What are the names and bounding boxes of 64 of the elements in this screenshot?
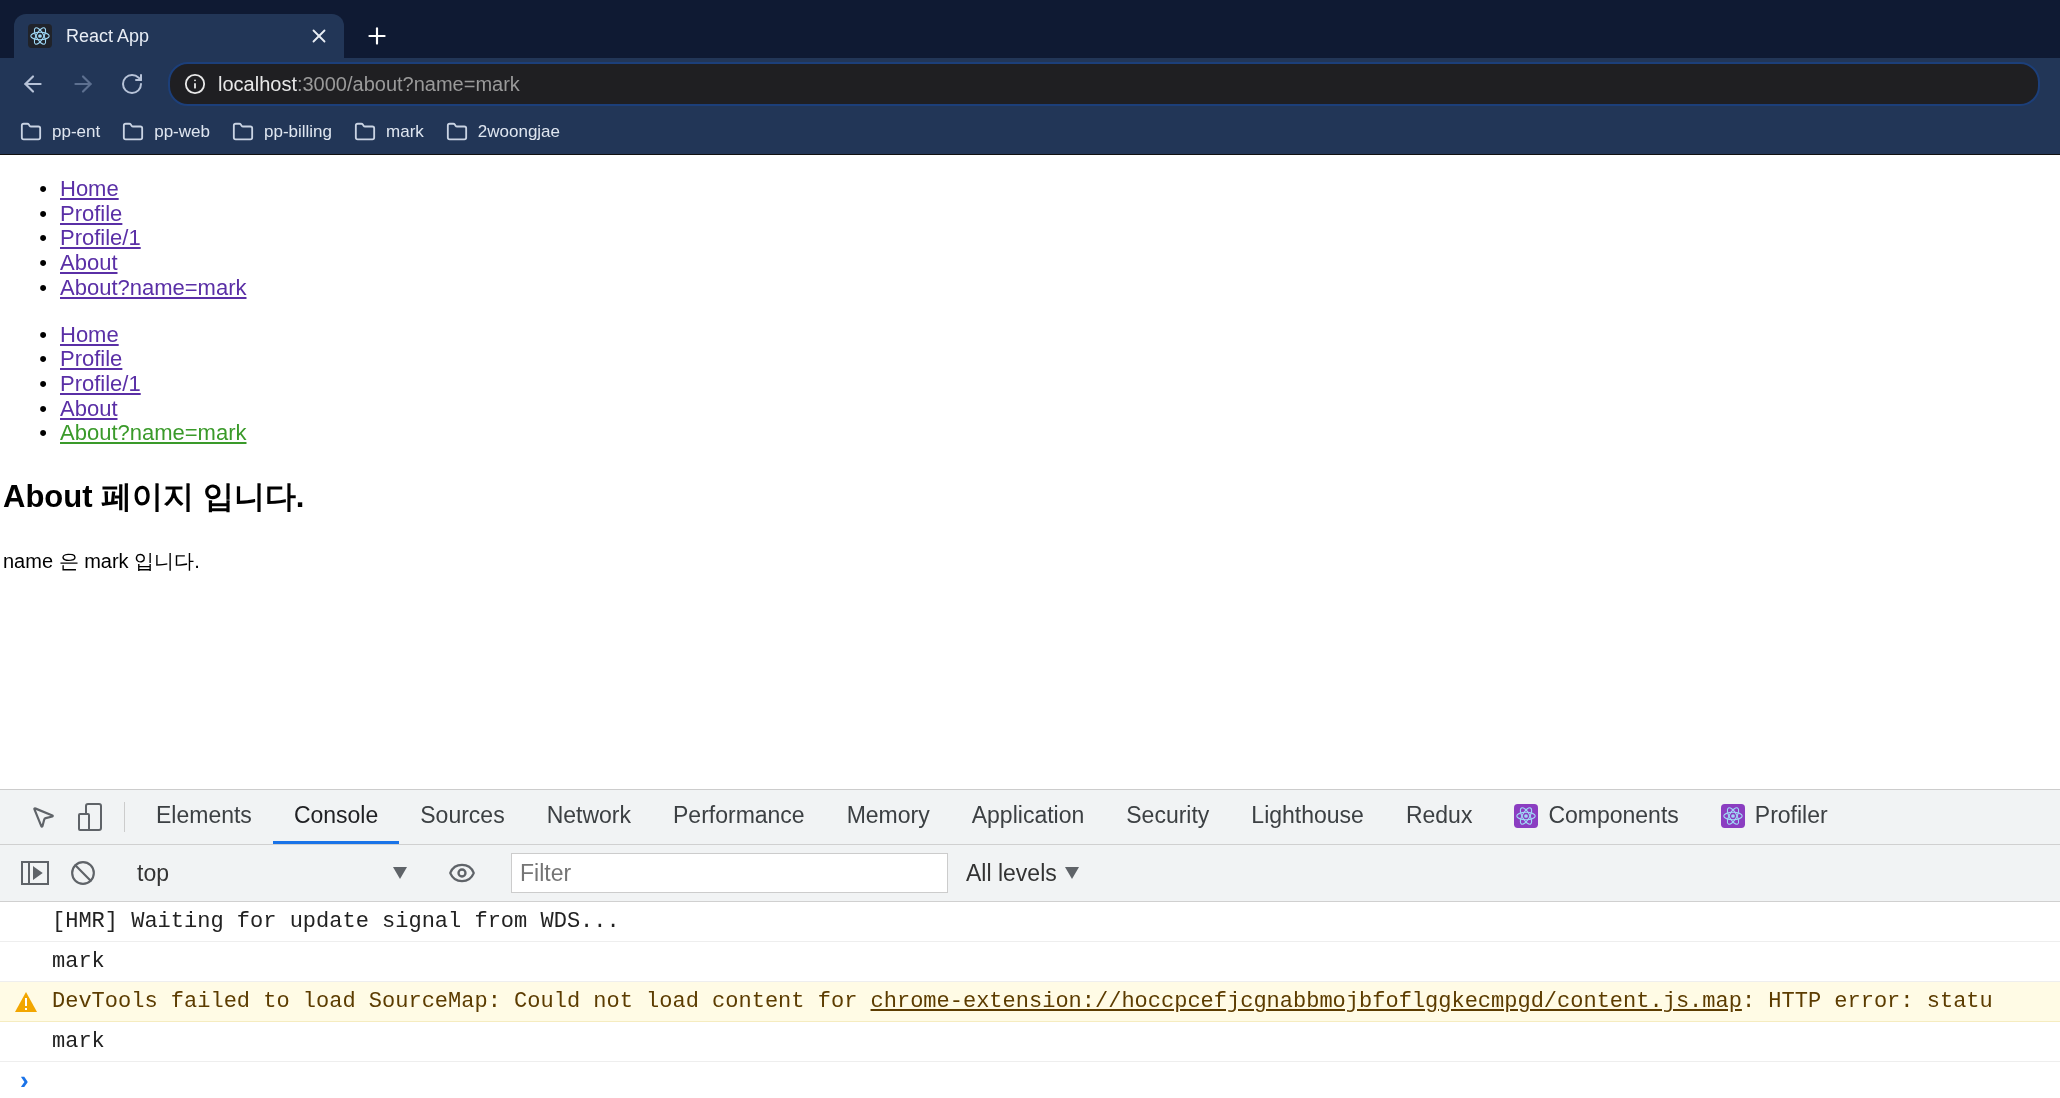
list-bullet: • <box>38 177 48 202</box>
list-bullet: • <box>38 201 48 227</box>
browser-tab[interactable]: React App <box>14 14 344 58</box>
list-bullet: • <box>38 421 48 447</box>
page-heading: About 페이지 입니다. <box>3 478 306 517</box>
folder-icon[interactable] <box>231 121 254 143</box>
folder-icon[interactable] <box>122 121 145 143</box>
nav-link[interactable]: Home <box>60 177 119 202</box>
nav-link[interactable]: About?name=mark <box>60 421 247 447</box>
devtools-tab[interactable]: Memory <box>825 790 951 844</box>
folder-icon[interactable] <box>354 121 376 143</box>
caret-icon[interactable] <box>393 867 407 879</box>
devtools-tab[interactable]: Lighthouse <box>1230 790 1385 844</box>
devtools-tab[interactable]: Performance <box>652 790 826 844</box>
console-message: mark <box>52 949 105 974</box>
devtools-tab[interactable]: Profiler <box>1699 790 1849 844</box>
list-bullet: • <box>38 371 48 397</box>
atom-icon <box>1720 803 1745 828</box>
devtools-tab[interactable]: Application <box>950 790 1106 844</box>
levels-dropdown[interactable]: All levels <box>960 858 1085 888</box>
list-bullet: • <box>38 347 48 372</box>
nav-link[interactable]: Profile <box>60 347 123 372</box>
bookmark-link[interactable]: 2woongjae <box>477 122 561 142</box>
bookmark-link[interactable]: pp-ent <box>52 122 101 142</box>
list-bullet: • <box>38 251 48 276</box>
list-bullet: • <box>38 396 48 422</box>
nav-link[interactable]: Profile <box>60 201 123 227</box>
list-bullet: • <box>38 322 48 348</box>
devtools-tab[interactable]: Security <box>1105 790 1231 844</box>
info-icon[interactable] <box>184 73 206 95</box>
nav-link[interactable]: Profile/1 <box>60 371 141 397</box>
context-select[interactable]: top <box>127 859 417 887</box>
caret-icon[interactable] <box>1064 867 1079 879</box>
folder-icon[interactable] <box>445 121 468 143</box>
nav-link[interactable]: About <box>60 251 118 276</box>
devtools-tab[interactable]: Redux <box>1384 790 1494 844</box>
devtools-tab[interactable]: Sources <box>399 790 526 844</box>
page-paragraph: name 은 mark 입니다. <box>3 549 201 575</box>
devtools-tab[interactable]: Components <box>1493 790 1700 844</box>
nav-link[interactable]: Home <box>60 322 119 348</box>
bookmark-link[interactable]: pp-billing <box>263 122 332 142</box>
tab-title: React App <box>66 25 151 47</box>
warning-icon <box>14 990 38 1013</box>
list-bullet: • <box>38 226 48 252</box>
list-bullet: • <box>38 275 48 301</box>
console-message: mark <box>52 1029 105 1054</box>
folder-icon[interactable] <box>20 121 42 143</box>
console-prompt[interactable]: › <box>0 1065 29 1095</box>
filter-field[interactable]: Filter <box>511 853 948 893</box>
bookmark-link[interactable]: mark <box>386 122 424 142</box>
address-bar[interactable]: localhost:3000/about?name=mark <box>168 62 2040 106</box>
console-message: [HMR] Waiting for update signal from WDS... <box>52 909 620 934</box>
atom-icon <box>1514 803 1539 828</box>
bookmark-link[interactable]: pp-web <box>154 122 210 142</box>
nav-link[interactable]: Profile/1 <box>60 226 141 252</box>
nav-link[interactable]: About?name=mark <box>60 275 247 301</box>
source-link[interactable]: chrome-extension://hoccpcefjcgnabbmojbfoflggkecmpgd/content.js.map <box>870 989 1742 1014</box>
favicon-icon <box>28 24 52 48</box>
console-message: DevTools failed to load SourceMap: Could not load content for chrome-extension://hoccpcefjcgnabbmojbfoflggkecmpgd/content.js.map: HTTP error: statu <box>52 989 1993 1014</box>
devtools-tab[interactable]: Network <box>525 790 652 844</box>
url-text: localhost:3000/about?name=mark <box>218 72 520 96</box>
reload-button[interactable] <box>120 72 144 96</box>
nav-link[interactable]: About <box>60 396 118 422</box>
devtools-tab[interactable]: Elements <box>135 790 273 844</box>
